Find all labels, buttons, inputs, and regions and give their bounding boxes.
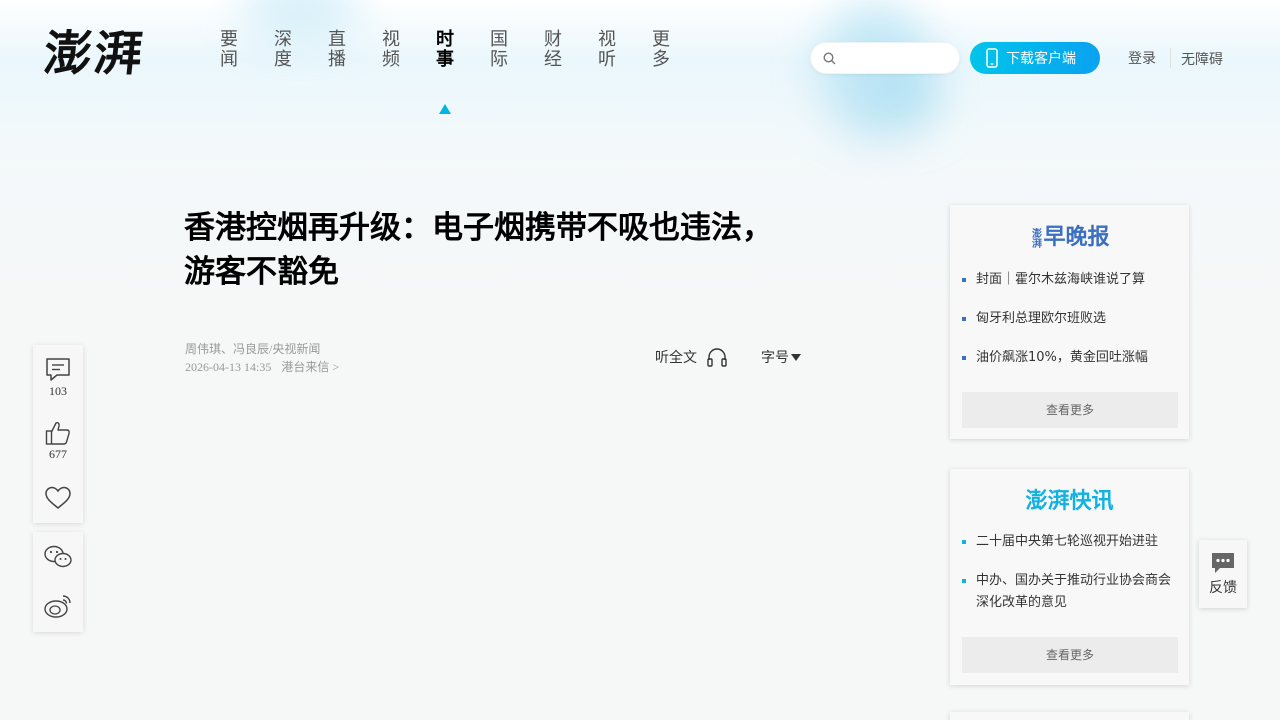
comment-icon xyxy=(46,358,70,381)
nav-label: 事 xyxy=(436,49,454,70)
list-item[interactable]: 油价飙涨10%，黄金回吐涨幅 xyxy=(962,347,1182,369)
list-item[interactable]: 匈牙利总理欧尔班败选 xyxy=(962,308,1182,330)
nav-label: 财 xyxy=(544,29,562,50)
nav-label: 经 xyxy=(544,49,562,70)
main-nav: 要闻 深度 直播 视频 时事 国际 财经 视听 更多 xyxy=(219,30,705,72)
nav-item-more[interactable]: 更多 xyxy=(651,30,705,72)
flash-news-list: 二十届中央第七轮巡视开始进驻 中办、国办关于推动行业协会商会深化改革的意见 xyxy=(962,531,1182,614)
wechat-icon xyxy=(44,545,72,568)
article-action-toolbar: 103 677 xyxy=(33,345,83,523)
nav-label: 播 xyxy=(328,49,346,70)
listen-label: 听全文 xyxy=(655,350,697,366)
nav-label: 时 xyxy=(436,29,454,50)
search-input[interactable] xyxy=(843,49,951,69)
font-size-selector[interactable]: 字号 xyxy=(761,347,801,367)
download-label: 下载客户端 xyxy=(1006,51,1076,67)
nav-label: 视 xyxy=(598,29,616,50)
evening-news-card: 澎湃 早晚报 封面｜霍尔木兹海峡谁说了算 匈牙利总理欧尔班败选 油价飙涨10%，黄… xyxy=(950,205,1189,439)
list-item[interactable]: 二十届中央第七轮巡视开始进驻 xyxy=(962,531,1182,553)
logo-small-text: 澎湃 xyxy=(1029,228,1041,248)
search-box[interactable] xyxy=(810,42,960,74)
like-count: 677 xyxy=(49,447,67,461)
flash-news-logo[interactable]: 澎湃快讯 xyxy=(950,487,1189,517)
nav-label: 视 xyxy=(382,29,400,50)
share-weibo-button[interactable] xyxy=(33,592,83,620)
article-title: 香港控烟再升级：电子烟携带不吸也违法， 游客不豁免 xyxy=(184,206,824,294)
nav-label: 闻 xyxy=(220,49,238,70)
nav-item-current-affairs[interactable]: 时事 xyxy=(435,30,489,72)
comment-count: 103 xyxy=(49,384,67,398)
site-logo[interactable]: 澎湃 xyxy=(41,22,158,86)
article-date: 2026-04-13 14:35 xyxy=(185,360,272,374)
weibo-icon xyxy=(44,595,71,618)
phone-icon xyxy=(986,48,998,68)
article-title-line: 香港控烟再升级：电子烟携带不吸也违法， xyxy=(184,210,773,246)
login-link[interactable]: 登录 xyxy=(1128,48,1156,68)
evening-news-list: 封面｜霍尔木兹海峡谁说了算 匈牙利总理欧尔班败选 油价飙涨10%，黄金回吐涨幅 xyxy=(962,269,1182,369)
view-more-button[interactable]: 查看更多 xyxy=(962,392,1178,428)
accessibility-link[interactable]: 无障碍 xyxy=(1181,49,1223,69)
article-source-link[interactable]: 港台来信 > xyxy=(281,360,339,374)
logo-main-text: 早晚报 xyxy=(1043,225,1110,250)
listen-full-text-button[interactable]: 听全文 xyxy=(655,346,728,368)
favorite-button[interactable] xyxy=(33,485,83,511)
nav-label: 要 xyxy=(220,29,238,50)
like-button[interactable]: 677 xyxy=(33,420,83,462)
feedback-chat-icon xyxy=(1212,553,1234,573)
feedback-button[interactable]: 反馈 xyxy=(1199,540,1247,608)
nav-label: 度 xyxy=(274,49,292,70)
article-title-line: 游客不豁免 xyxy=(184,254,339,290)
feedback-label: 反馈 xyxy=(1209,580,1237,596)
nav-label: 多 xyxy=(652,49,670,70)
comment-button[interactable]: 103 xyxy=(33,357,83,399)
nav-label: 际 xyxy=(490,49,508,70)
share-toolbar xyxy=(33,532,83,632)
nav-item-video[interactable]: 视频 xyxy=(381,30,435,72)
nav-label: 更 xyxy=(652,29,670,50)
nav-label: 听 xyxy=(598,49,616,70)
download-app-button[interactable]: 下载客户端 xyxy=(970,42,1100,74)
evening-news-logo[interactable]: 澎湃 早晚报 xyxy=(950,223,1189,253)
view-more-button[interactable]: 查看更多 xyxy=(962,637,1178,673)
nav-label: 直 xyxy=(328,29,346,50)
article-meta: 2026-04-13 14:35 港台来信 > xyxy=(185,358,339,375)
nav-active-indicator-icon xyxy=(439,104,451,114)
nav-item-finance[interactable]: 财经 xyxy=(543,30,597,72)
side-card xyxy=(950,712,1189,720)
caret-down-icon xyxy=(791,353,801,361)
nav-item-international[interactable]: 国际 xyxy=(489,30,543,72)
list-item[interactable]: 封面｜霍尔木兹海峡谁说了算 xyxy=(962,269,1182,291)
nav-item-news[interactable]: 要闻 xyxy=(219,30,273,72)
flash-news-card: 澎湃快讯 二十届中央第七轮巡视开始进驻 中办、国办关于推动行业协会商会深化改革的… xyxy=(950,469,1189,685)
search-icon xyxy=(823,52,836,65)
nav-label: 深 xyxy=(274,29,292,50)
list-item[interactable]: 中办、国办关于推动行业协会商会深化改革的意见 xyxy=(962,570,1182,614)
heart-icon xyxy=(45,486,71,509)
font-size-label: 字号 xyxy=(761,350,789,366)
nav-item-depth[interactable]: 深度 xyxy=(273,30,327,72)
nav-label: 国 xyxy=(490,29,508,50)
header-divider xyxy=(1170,48,1171,68)
thumbs-up-icon xyxy=(45,421,70,445)
headphone-icon xyxy=(707,348,727,367)
article-authors: 周伟琪、冯良辰/央视新闻 xyxy=(185,342,321,356)
nav-item-live[interactable]: 直播 xyxy=(327,30,381,72)
share-wechat-button[interactable] xyxy=(33,544,83,570)
nav-label: 频 xyxy=(382,49,400,70)
nav-item-audio-visual[interactable]: 视听 xyxy=(597,30,651,72)
